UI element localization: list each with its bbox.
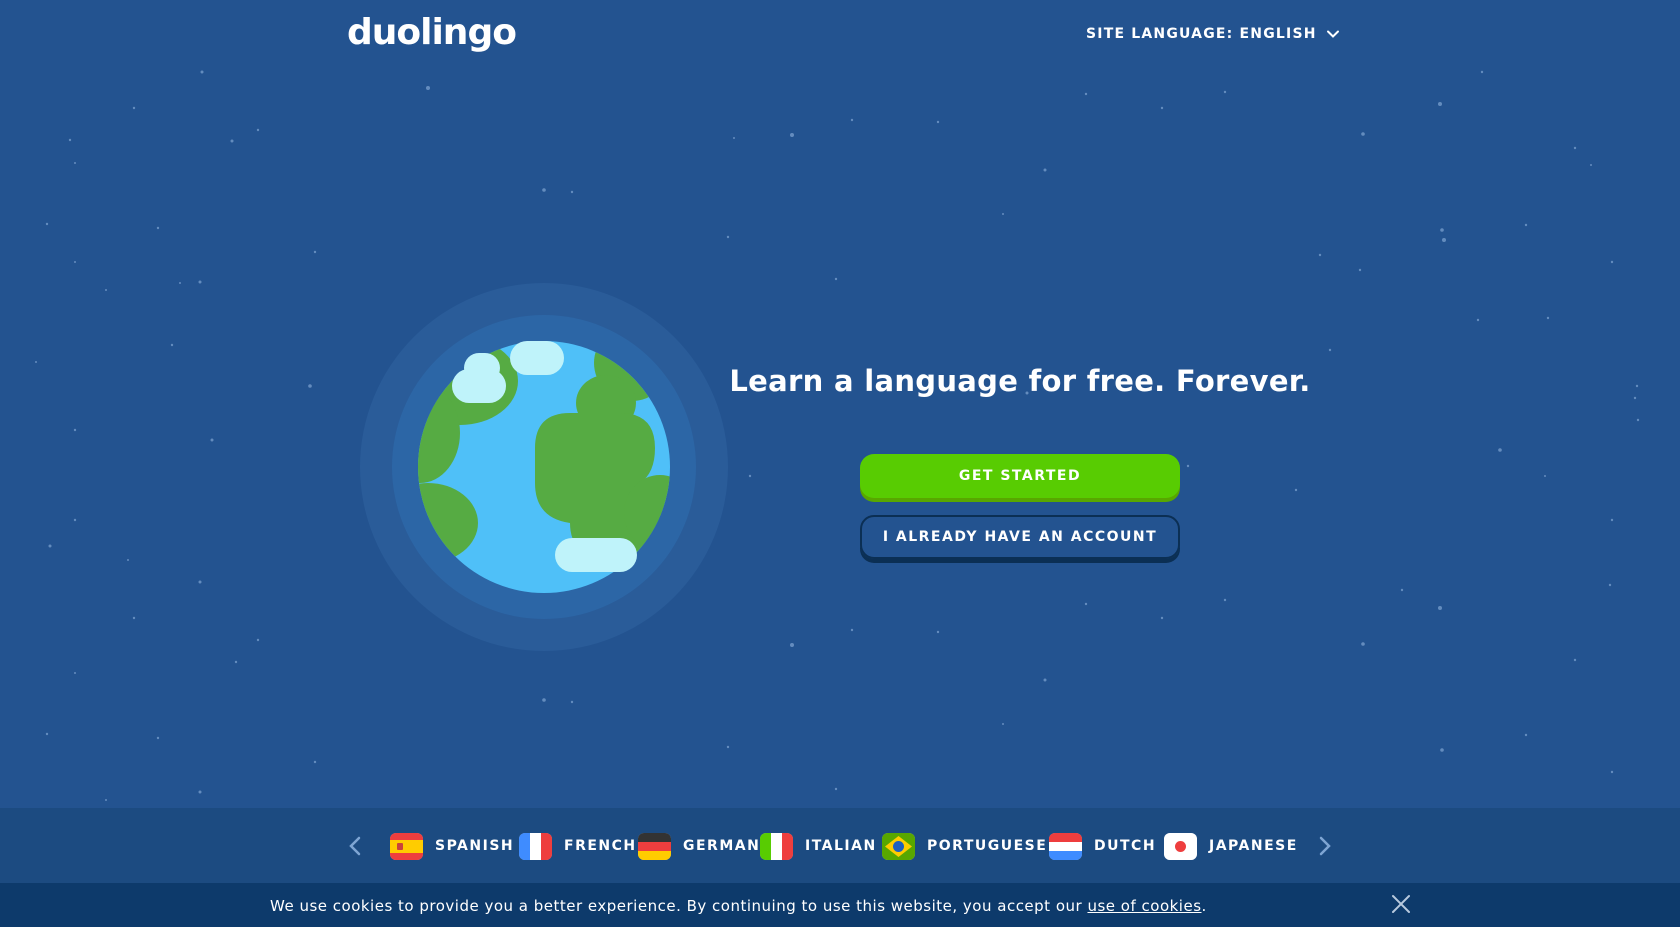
germany-flag-icon — [638, 832, 671, 860]
cookie-policy-link[interactable]: use of cookies — [1087, 897, 1201, 915]
top-header: duolingo SITE LANGUAGE: ENGLISH — [0, 0, 1680, 70]
globe-illustration — [360, 283, 728, 651]
chevron-right-icon[interactable] — [1310, 832, 1338, 860]
language-label: ITALIAN — [805, 838, 877, 854]
site-language-selector[interactable]: SITE LANGUAGE: ENGLISH — [1086, 26, 1341, 42]
language-label: FRENCH — [564, 838, 637, 854]
site-language-label: SITE LANGUAGE: ENGLISH — [1086, 26, 1317, 42]
language-item-french[interactable]: FRENCH — [519, 831, 637, 861]
italy-flag-icon — [760, 832, 793, 860]
chevron-left-icon[interactable] — [342, 832, 370, 860]
hero-title: Learn a language for free. Forever. — [729, 364, 1311, 398]
language-item-italian[interactable]: ITALIAN — [760, 831, 877, 861]
language-item-spanish[interactable]: SPANISH — [390, 831, 514, 861]
japan-flag-icon — [1164, 832, 1197, 860]
starfield-background — [35, 70, 1640, 801]
cookie-text: We use cookies to provide you a better e… — [270, 897, 1088, 915]
language-label: GERMAN — [683, 838, 761, 854]
cookie-suffix: . — [1201, 897, 1207, 915]
language-bar: SPANISH FRENCH GERMAN ITALIAN PORTUGUESE… — [0, 808, 1680, 883]
chevron-down-icon — [1326, 30, 1339, 38]
language-label: PORTUGUESE — [927, 838, 1048, 854]
netherlands-flag-icon — [1049, 832, 1082, 860]
language-label: SPANISH — [435, 838, 515, 854]
cookie-banner: We use cookies to provide you a better e… — [0, 883, 1680, 927]
close-icon[interactable] — [1389, 892, 1413, 916]
get-started-button[interactable]: GET STARTED — [860, 454, 1180, 498]
language-item-german[interactable]: GERMAN — [638, 831, 760, 861]
language-item-portuguese[interactable]: PORTUGUESE — [882, 831, 1047, 861]
duolingo-logo[interactable]: duolingo — [347, 12, 517, 53]
language-label: DUTCH — [1094, 838, 1157, 854]
language-item-japanese[interactable]: JAPANESE — [1164, 831, 1298, 861]
cookie-message: We use cookies to provide you a better e… — [270, 897, 1207, 915]
language-item-dutch[interactable]: DUTCH — [1049, 831, 1156, 861]
brazil-flag-icon — [882, 832, 915, 860]
have-account-button[interactable]: I ALREADY HAVE AN ACCOUNT — [860, 515, 1180, 559]
france-flag-icon — [519, 832, 552, 860]
spain-flag-icon — [390, 832, 423, 860]
language-label: JAPANESE — [1209, 838, 1298, 854]
